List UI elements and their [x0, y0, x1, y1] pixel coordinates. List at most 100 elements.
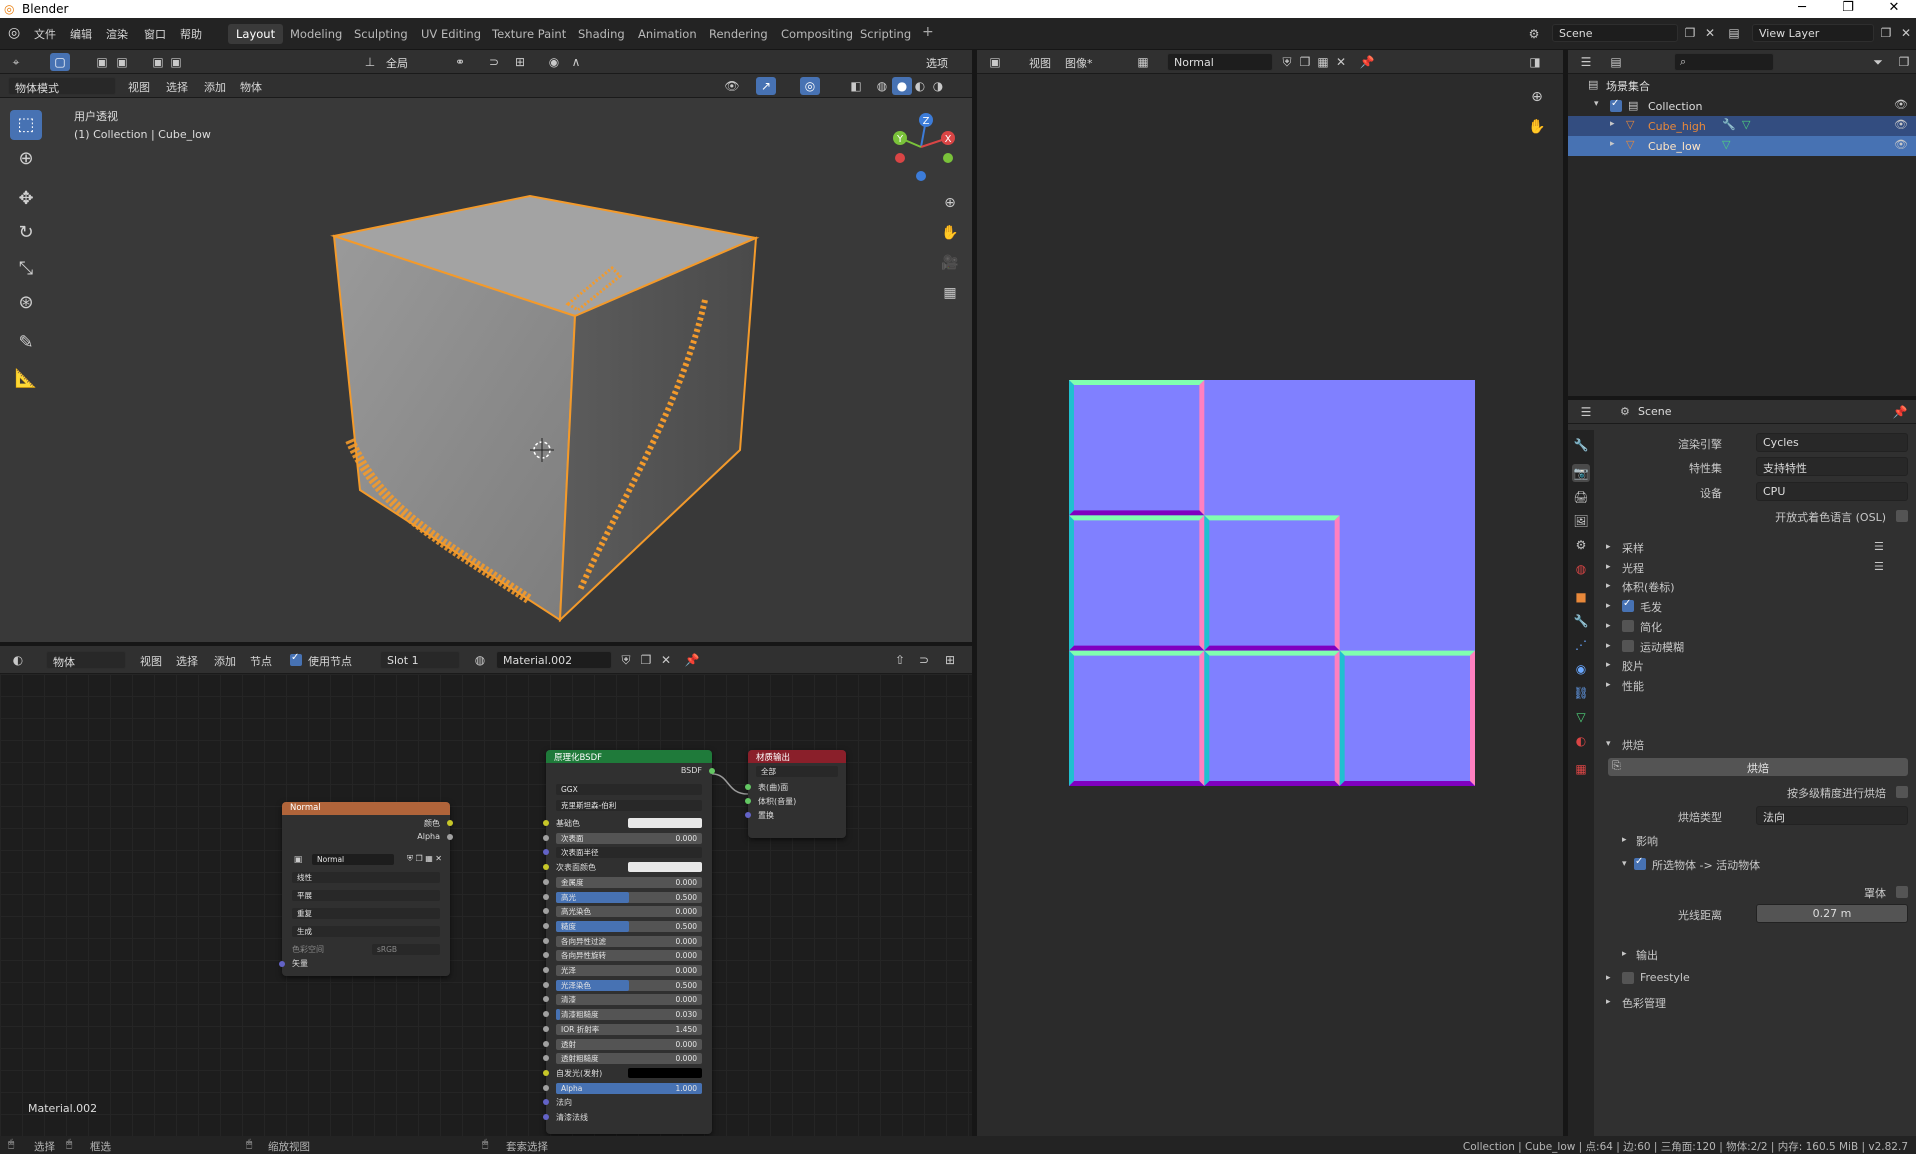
bsdf-input-socket[interactable]	[543, 893, 549, 900]
bsdf-input-socket[interactable]	[543, 878, 549, 885]
object-tab-icon[interactable]: ■	[1572, 588, 1590, 606]
bsdf-input-field[interactable]: 各向异性旋转 0.000	[556, 950, 702, 962]
collection-include-checkbox[interactable]	[1610, 98, 1622, 112]
osl-checkbox[interactable]	[1896, 510, 1908, 522]
node-menu-node[interactable]: 节点	[250, 653, 272, 669]
image-unlink-icon[interactable]: ✕	[1331, 53, 1351, 71]
bsdf-input-socket[interactable]	[543, 1114, 549, 1120]
node-editor-canvas[interactable]: Normal 颜色 Alpha ▣ Normal ⛨ ❐ ▦ ✕ 线性 平展 重…	[0, 674, 972, 1136]
freestyle-checkbox[interactable]	[1622, 972, 1634, 984]
node-menu-view[interactable]: 视图	[140, 653, 162, 669]
use-nodes-checkbox[interactable]	[290, 652, 302, 666]
tab-rendering[interactable]: Rendering	[701, 24, 776, 44]
panel-expand-icon[interactable]: ▸	[1606, 621, 1611, 631]
node-menu-add[interactable]: 添加	[214, 653, 236, 669]
panel-label[interactable]: 胶片	[1622, 658, 1644, 674]
pivot-icon[interactable]: ⚭	[450, 53, 470, 71]
image-open-icon[interactable]: ▦	[1313, 53, 1333, 71]
outliner-search-input[interactable]	[1674, 53, 1774, 71]
cage-checkbox[interactable]	[1896, 886, 1908, 898]
outliner-row-cube-low[interactable]: ▸ ▽ Cube_low ▽ 👁	[1568, 136, 1916, 156]
bsdf-input-field[interactable]: 透射粗糙度 0.000	[556, 1053, 702, 1065]
image-editor-canvas[interactable]: ⊕ ✋	[977, 74, 1563, 1136]
bsdf-input-socket[interactable]	[543, 967, 549, 973]
new-collection-icon[interactable]: ❐	[1894, 53, 1914, 71]
wireframe-shading-icon[interactable]: ◍	[872, 77, 892, 95]
image-menu-image[interactable]: 图像*	[1065, 55, 1093, 71]
scene-browse-icon[interactable]: ⚙	[1524, 25, 1544, 43]
rendered-shading-icon[interactable]: ◑	[928, 77, 948, 95]
view-layer-field[interactable]: View Layer	[1752, 24, 1874, 42]
delete-scene-icon[interactable]: ✕	[1700, 24, 1720, 42]
bsdf-input-socket[interactable]	[543, 1084, 549, 1091]
bsdf-input-socket[interactable]	[543, 1025, 549, 1032]
tab-sculpting[interactable]: Sculpting	[346, 24, 416, 44]
outliner-row-cube-high[interactable]: ▸ ▽ Cube_high 🔧 ▽ 👁	[1568, 116, 1916, 136]
falloff-icon[interactable]: ∧	[566, 53, 586, 71]
visibility-icon[interactable]: 👁	[722, 77, 742, 95]
scale-tool-icon[interactable]: ⤡	[10, 254, 42, 284]
navigation-gizmo[interactable]: Z X Y	[886, 112, 956, 182]
bsdf-input-socket[interactable]	[543, 820, 549, 826]
bsdf-input-field[interactable]: IOR 折射率 1.450	[556, 1023, 702, 1035]
material-shading-icon[interactable]: ◐	[910, 77, 930, 95]
selected-to-active-expand-icon[interactable]: ▾	[1622, 859, 1627, 869]
bsdf-color-swatch[interactable]	[628, 818, 702, 828]
bake-output-label[interactable]: 输出	[1636, 947, 1658, 963]
render-tab-icon[interactable]: 📷	[1572, 464, 1590, 482]
transform-orientation-icon[interactable]: ⊥	[360, 53, 380, 71]
bsdf-input-socket[interactable]	[543, 937, 549, 944]
select-mode-invert-icon[interactable]: ▣	[166, 53, 186, 71]
menu-render[interactable]: 渲染	[106, 26, 128, 42]
image-name-field[interactable]: Normal	[1167, 53, 1273, 71]
bake-type-dropdown[interactable]: 法向	[1756, 806, 1908, 825]
bsdf-input-socket[interactable]	[543, 981, 549, 988]
displacement-socket[interactable]	[745, 812, 751, 818]
panel-checkbox[interactable]	[1622, 598, 1634, 613]
3d-viewport[interactable]: ⬚ ⊕ ✥ ↻ ⤡ ⊛ ✎ 📐 用户透视 (1) Collection | Cu…	[0, 98, 972, 642]
bake-expand-icon[interactable]: ▾	[1606, 739, 1611, 749]
bsdf-input-field[interactable]: 金属度 0.000	[556, 876, 702, 888]
physics-tab-icon[interactable]: ◉	[1572, 660, 1590, 678]
pan-hand-icon[interactable]: ✋	[940, 224, 960, 242]
panel-label[interactable]: 体积(卷标)	[1622, 579, 1675, 595]
image-new-icon[interactable]: ❐	[1295, 53, 1315, 71]
panel-expand-icon[interactable]: ▸	[1606, 680, 1611, 690]
tab-uv-editing[interactable]: UV Editing	[413, 24, 489, 44]
measure-tool-icon[interactable]: 📐	[10, 364, 42, 394]
cube-high-visibility-icon[interactable]: 👁	[1894, 118, 1908, 131]
modifiers-tab-icon[interactable]: 🔧	[1572, 612, 1590, 630]
bsdf-input-socket[interactable]	[543, 1069, 549, 1076]
output-tab-icon[interactable]: 🖨	[1572, 488, 1590, 506]
menu-help[interactable]: 帮助	[180, 26, 202, 42]
bsdf-color-swatch[interactable]	[628, 862, 702, 873]
panel-checkbox[interactable]	[1622, 619, 1634, 632]
source-dropdown[interactable]: 生成	[292, 926, 440, 937]
presets-list-icon[interactable]: ☰	[1874, 560, 1884, 573]
image-actions-icons[interactable]: ⛨ ❐ ▦ ✕	[407, 854, 442, 864]
bsdf-input-socket[interactable]	[543, 908, 549, 915]
panel-label[interactable]: 光程	[1622, 560, 1644, 576]
bsdf-input-field[interactable]: 高光染色 0.000	[556, 906, 702, 918]
collection-visibility-icon[interactable]: 👁	[1894, 98, 1908, 111]
subsurface-method-dropdown[interactable]: 克里斯坦森-伯利	[556, 800, 702, 811]
multires-checkbox[interactable]	[1896, 786, 1908, 798]
annotate-tool-icon[interactable]: ✎	[10, 328, 42, 358]
bsdf-input-socket[interactable]	[543, 849, 549, 856]
bsdf-input-field[interactable]: 各向异性过滤 0.000	[556, 935, 702, 947]
color-management-label[interactable]: 色彩管理	[1622, 995, 1666, 1011]
output-target-dropdown[interactable]: 全部	[756, 766, 838, 777]
material-tab-icon[interactable]: ◐	[1572, 732, 1590, 750]
mesh-data-tab-icon[interactable]: ▽	[1572, 708, 1590, 726]
bsdf-input-socket[interactable]	[543, 1011, 549, 1018]
presets-list-icon[interactable]: ☰	[1874, 540, 1884, 553]
material-browse-icon[interactable]: ◍	[470, 651, 490, 669]
minimize-icon[interactable]: ─	[1782, 0, 1822, 15]
viewport-menu-object[interactable]: 物体	[240, 79, 262, 95]
filter-icon[interactable]: ⏷	[1868, 53, 1888, 71]
slot-dropdown[interactable]: Slot 1	[380, 651, 460, 669]
freestyle-label[interactable]: Freestyle	[1640, 971, 1690, 984]
vector-input-socket[interactable]	[279, 961, 285, 967]
freestyle-expand-icon[interactable]: ▸	[1606, 973, 1611, 983]
menu-edit[interactable]: 编辑	[70, 26, 92, 42]
